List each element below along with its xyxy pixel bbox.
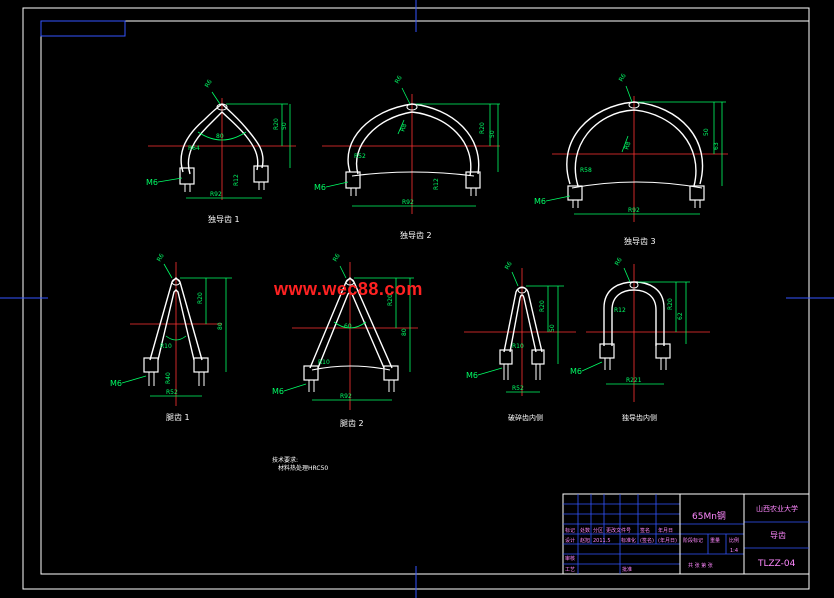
cell: 标记 [565,527,575,534]
svg-text:50: 50 [489,130,496,138]
svg-text:R8: R8 [623,141,632,151]
svg-text:50: 50 [549,324,556,332]
figure-tooth-1: R52 R10 R20 80 R40 R6 M6 腿齿 1 [110,252,232,422]
svg-text:R6: R6 [618,72,628,83]
svg-text:R40: R40 [165,372,172,384]
cell: 工艺 [565,567,575,573]
watermark: www.wec88.com [274,279,423,299]
cell: 阶段标记 [683,537,703,544]
svg-text:R20: R20 [273,118,280,130]
notes-title: 技术要求: [272,456,298,464]
cell: 审核 [565,555,575,562]
title-material: 65Mn钢 [692,510,726,522]
svg-text:R10: R10 [160,343,172,350]
svg-text:R221: R221 [626,377,642,384]
thread-label-6: M6 [466,371,478,380]
title-sheet: 共 张 第 张 [688,562,713,569]
thread-label-3: M6 [534,197,546,206]
cell: 处数 [580,527,590,534]
cell: 签名 [640,527,650,534]
title-drawing-no: TLZZ-04 [757,559,796,569]
svg-text:R6: R6 [614,256,624,267]
figure-guide-3: R92 R58 50 63 R6 R8 M6 独导齿 3 [534,72,728,246]
figure-caption: 独导齿 3 [624,236,656,246]
figure-caption: 腿齿 2 [340,419,364,428]
thread-label-7: M6 [570,367,582,376]
svg-text:R20: R20 [667,298,674,310]
figure-inner-left: R52 R10 R20 50 R6 M6 破碎齿内侧 [464,260,576,422]
figure-caption: 腿齿 1 [166,413,190,422]
cell: 更改文件号 [606,527,631,534]
svg-text:50: 50 [703,128,710,136]
figure-caption: 独导齿 1 [208,214,240,224]
cell: 重量 [710,537,720,544]
svg-text:R92: R92 [210,191,222,198]
title-school: 山西农业大学 [756,504,798,513]
svg-text:R8: R8 [399,123,408,133]
thread-label-2: M6 [314,183,326,192]
svg-text:R20: R20 [479,122,486,134]
svg-text:R12: R12 [233,174,240,186]
svg-text:62: 62 [677,312,684,320]
svg-text:R64: R64 [188,145,200,152]
cell: 标准化 [621,537,636,544]
svg-text:R12: R12 [433,178,440,190]
svg-text:R52: R52 [166,389,178,396]
svg-text:80: 80 [217,322,224,330]
svg-text:R92: R92 [402,199,414,206]
thread-label-4: M6 [110,379,122,388]
svg-text:50: 50 [281,122,288,130]
title-ratio: 1:4 [730,548,738,554]
cell: 设计 [565,537,575,544]
svg-text:60: 60 [344,323,352,330]
notes-line-1: 材料热处理HRC50 [278,464,328,472]
svg-text:R12: R12 [614,307,626,314]
figure-guide-2: R92 R52 R20 50 R12 R6 R8 M6 独导齿 2 [314,74,500,240]
svg-text:R20: R20 [197,292,204,304]
cell: 比例 [729,537,739,544]
thread-label-1: M6 [146,178,158,187]
cell: 2011.5 [593,538,611,544]
svg-text:R6: R6 [394,74,404,85]
cell: 批准 [622,566,632,573]
svg-text:63: 63 [713,142,720,150]
figure-caption: 破碎齿内侧 [508,413,543,422]
figure-guide-1: R92 R64 80 R20 50 R12 R6 M6 独导齿 1 [146,78,296,224]
title-part-name: 导齿 [770,531,786,540]
cell: (签名) [640,537,654,544]
corner-box [40,20,126,37]
svg-text:R58: R58 [580,167,592,174]
svg-text:R6: R6 [332,252,342,263]
svg-text:R52: R52 [354,153,366,160]
figure-caption: 独导齿内侧 [622,413,657,422]
thread-label-5: M6 [272,387,284,396]
svg-text:R10: R10 [512,343,524,350]
svg-text:R92: R92 [628,207,640,214]
svg-text:R92: R92 [340,393,352,400]
figure-inner-right: R221 R12 R20 62 R6 M6 独导齿内侧 [570,256,710,422]
cell: 分区 [593,527,603,534]
svg-text:R10: R10 [318,359,330,366]
svg-text:R6: R6 [504,260,514,271]
svg-text:R52: R52 [512,385,524,392]
cell: 年月日 [658,527,673,534]
figure-caption: 独导齿 2 [400,230,432,240]
svg-text:80: 80 [401,328,408,336]
cell: 赵旭 [580,537,590,544]
title-block: 65Mn钢 山西农业大学 导齿 TLZZ-04 标记 处数 分区 更改文件号 签… [562,493,810,575]
svg-text:R6: R6 [156,252,166,263]
cell: (年月日) [658,537,677,544]
svg-text:80: 80 [216,133,224,140]
svg-text:R20: R20 [539,300,546,312]
svg-text:R6: R6 [204,78,214,89]
